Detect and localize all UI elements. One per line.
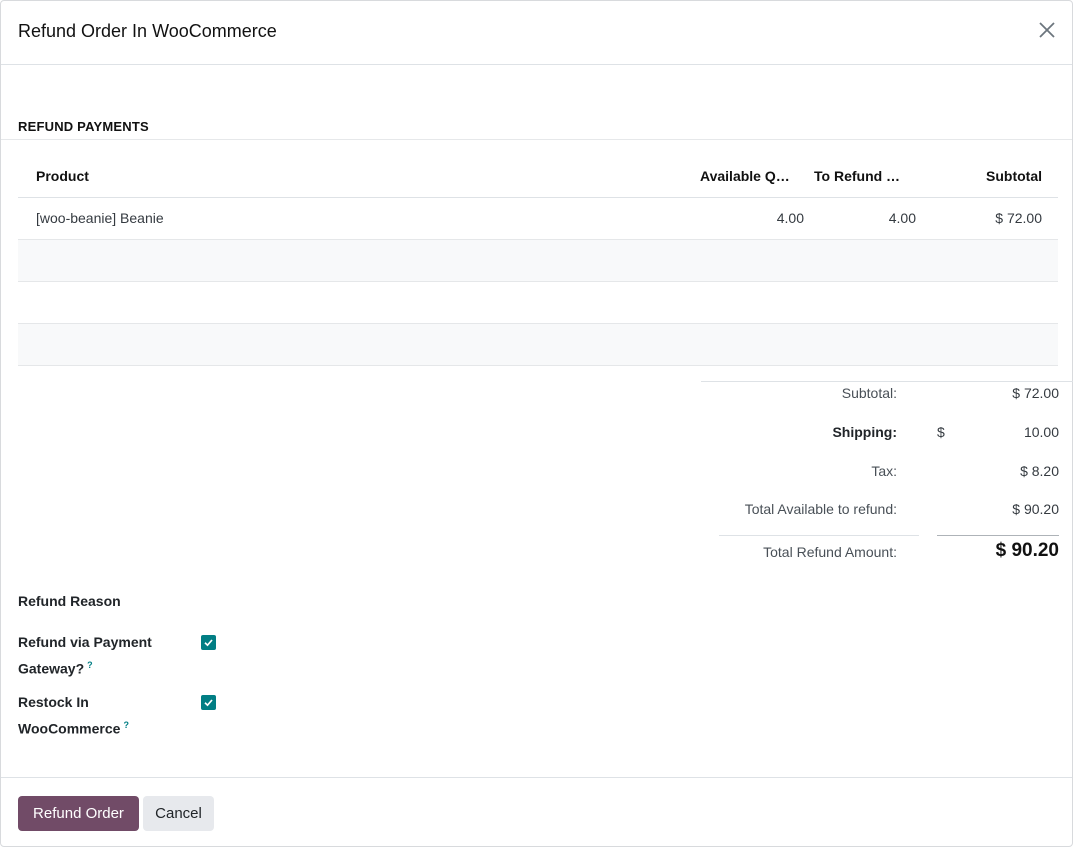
available-to-refund-label: Total Available to refund: [744,501,897,517]
refund-dialog: Refund Order In WooCommerce REFUND PAYME… [0,0,1073,847]
cell-subtotal: $ 72.00 [995,210,1042,226]
check-icon [204,699,213,707]
shipping-input[interactable]: 10.00 [1024,424,1059,440]
close-icon [1039,22,1055,38]
cell-available-qty: 4.00 [776,210,804,226]
cell-to-refund[interactable]: 4.00 [889,198,916,239]
column-header-product[interactable]: Product [36,156,89,197]
refund-lines-table: Product Available Q… To Refund … Subtota… [18,156,1058,366]
tax-value: $ 8.20 [1020,463,1059,479]
column-header-to-refund[interactable]: To Refund … [814,156,912,197]
column-header-subtotal[interactable]: Subtotal [986,156,1042,197]
empty-row [18,282,1058,324]
total-refund-value: $ 90.20 [995,540,1059,561]
section-divider [1,139,1072,140]
check-icon [204,639,213,647]
restock-label: Restock In WooCommerce? [18,691,129,741]
footer-divider [1,777,1072,778]
totals-divider [701,381,1073,382]
restock-label-line2: WooCommerce [18,720,121,737]
dialog-title: Refund Order In WooCommerce [18,21,277,41]
gateway-label: Refund via Payment Gateway?? [18,631,152,681]
shipping-currency: $ [937,424,945,440]
refund-order-button[interactable]: Refund Order [18,796,139,831]
table-row[interactable]: [woo-beanie] Beanie 4.00 4.00 $ 72.00 [18,198,1058,240]
refund-reason-label: Refund Reason [18,593,121,609]
section-title: REFUND PAYMENTS [18,119,149,134]
dialog-header: Refund Order In WooCommerce [1,1,1072,65]
gateway-label-line1: Refund via Payment [18,634,152,650]
available-to-refund-value: $ 90.20 [1012,501,1059,517]
total-divider-left [719,535,919,536]
cell-product: [woo-beanie] Beanie [36,210,164,226]
column-header-available-qty[interactable]: Available Q… [700,156,798,197]
restock-label-line1: Restock In [18,694,89,710]
subtotal-label: Subtotal: [841,385,897,401]
close-button[interactable] [1036,19,1058,41]
table-header: Product Available Q… To Refund … Subtota… [18,156,1058,198]
gateway-help-icon[interactable]: ? [87,660,93,670]
gateway-label-line2: Gateway? [18,660,85,677]
subtotal-value: $ 72.00 [1012,385,1059,401]
shipping-label: Shipping: [832,424,897,440]
restock-help-icon[interactable]: ? [123,720,129,730]
restock-checkbox[interactable] [201,695,216,710]
empty-row [18,324,1058,366]
gateway-checkbox[interactable] [201,635,216,650]
tax-label: Tax: [871,463,897,479]
total-divider-right [937,535,1059,536]
total-refund-label: Total Refund Amount: [763,544,897,560]
empty-row [18,240,1058,282]
cancel-button[interactable]: Cancel [143,796,214,831]
